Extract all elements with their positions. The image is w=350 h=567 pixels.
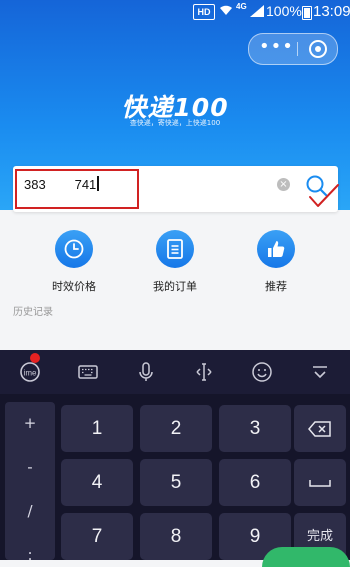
miniprogram-capsule: ••• xyxy=(248,33,338,65)
key-5[interactable]: 5 xyxy=(140,459,212,506)
emoji-icon[interactable] xyxy=(250,360,274,384)
action-label: 时效价格 xyxy=(52,280,96,293)
action-label: 推荐 xyxy=(265,280,287,293)
key-1[interactable]: 1 xyxy=(61,405,133,452)
key-2[interactable]: 2 xyxy=(140,405,212,452)
key-minus[interactable]: - xyxy=(5,458,55,476)
action-label: 我的订单 xyxy=(153,280,197,293)
quick-actions: 时效价格 我的订单 推荐 xyxy=(0,230,350,300)
keyboard-icon[interactable] xyxy=(76,360,100,384)
network-type: 4G xyxy=(236,2,247,11)
hd-badge: HD xyxy=(193,4,215,20)
more-dots-icon[interactable]: ••• xyxy=(259,34,293,64)
battery-icon xyxy=(302,6,312,20)
key-6[interactable]: 6 xyxy=(219,459,291,506)
document-icon xyxy=(156,230,194,268)
space-icon[interactable] xyxy=(294,459,346,506)
backspace-icon[interactable] xyxy=(294,405,346,452)
action-recommend[interactable]: 推荐 xyxy=(236,230,316,294)
key-3[interactable]: 3 xyxy=(219,405,291,452)
red-checkmark-annotation xyxy=(309,184,339,207)
key-4[interactable]: 4 xyxy=(61,459,133,506)
key-colon[interactable]: : xyxy=(5,546,55,564)
signal-icon xyxy=(250,5,264,17)
microphone-icon[interactable] xyxy=(134,360,158,384)
soft-keyboard: ime + - / : 1 2 3 4 5 6 7 8 9 完成 xyxy=(0,350,350,564)
capsule-divider xyxy=(297,42,298,56)
history-title: 历史记录 xyxy=(13,307,53,318)
keyboard-toolbar: ime xyxy=(0,350,350,394)
tracking-number-value: 383 741 xyxy=(24,177,97,192)
key-slash[interactable]: / xyxy=(5,502,55,520)
green-accent-key xyxy=(262,547,350,567)
clear-x-icon[interactable]: × xyxy=(277,178,290,191)
clock-icon xyxy=(55,230,93,268)
wifi-icon xyxy=(219,4,233,19)
status-bar: HD 4G 100% 13:09 xyxy=(0,0,350,24)
battery-percent: 100% xyxy=(266,3,302,19)
key-7[interactable]: 7 xyxy=(61,513,133,560)
ime-logo-icon[interactable]: ime xyxy=(18,360,42,384)
action-my-orders[interactable]: 我的订单 xyxy=(135,230,215,294)
collapse-keyboard-icon[interactable] xyxy=(308,360,332,384)
text-caret xyxy=(97,176,99,191)
key-plus[interactable]: + xyxy=(5,414,55,432)
action-timing-price[interactable]: 时效价格 xyxy=(34,230,114,294)
search-bar: 383 741 × xyxy=(13,166,338,212)
tracking-number-input[interactable]: 383 741 xyxy=(24,176,184,192)
clock-time: 13:09 xyxy=(313,3,350,20)
cursor-move-icon[interactable] xyxy=(192,360,216,384)
thumbs-up-icon xyxy=(257,230,295,268)
app-slogan: 查快递，寄快递，上快递100 xyxy=(129,119,221,127)
symbol-column[interactable]: + - / : xyxy=(5,402,55,564)
svg-text:ime: ime xyxy=(24,369,37,378)
notification-dot xyxy=(30,353,40,363)
key-8[interactable]: 8 xyxy=(140,513,212,560)
target-close-icon[interactable] xyxy=(309,40,327,58)
